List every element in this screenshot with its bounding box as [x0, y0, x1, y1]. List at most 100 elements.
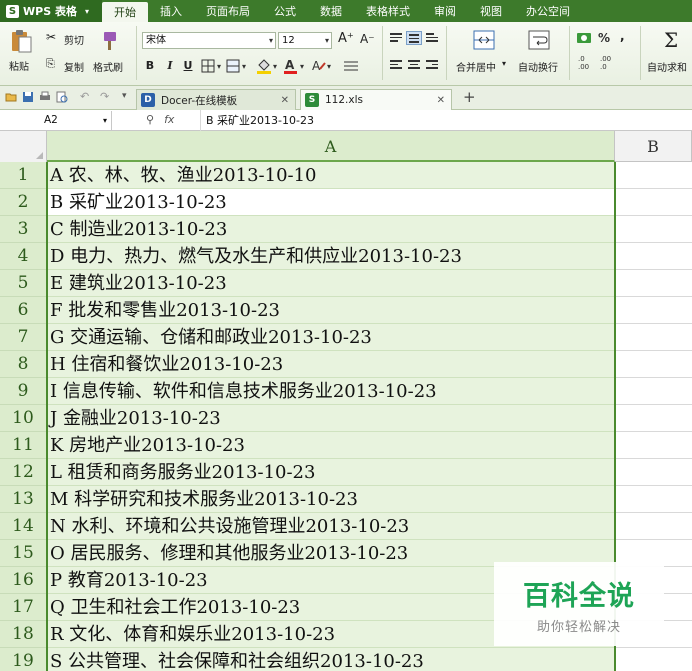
autosum-button[interactable]: 自动求和 [647, 59, 687, 74]
format-painter-icon[interactable] [98, 30, 120, 52]
redo-icon[interactable]: ↷ [100, 90, 109, 103]
menu-tab[interactable]: 插入 [148, 0, 194, 22]
cell-b[interactable] [615, 243, 692, 270]
column-header-b[interactable]: B [615, 131, 692, 162]
undo-icon[interactable]: ↶ [80, 90, 89, 103]
underline-button[interactable]: U [180, 58, 196, 74]
cell-a[interactable]: N 水利、环境和公共设施管理业2013-10-23 [47, 513, 615, 540]
align-top-button[interactable] [388, 31, 404, 45]
align-center-button[interactable] [406, 58, 422, 72]
select-all-corner[interactable] [0, 131, 47, 162]
cell-b[interactable] [615, 351, 692, 378]
cell-a[interactable]: C 制造业2013-10-23 [47, 216, 615, 243]
italic-button[interactable]: I [162, 58, 178, 74]
cell-b[interactable] [615, 216, 692, 243]
cell-a[interactable]: J 金融业2013-10-23 [47, 405, 615, 432]
merge-cells-icon[interactable] [472, 29, 496, 51]
name-box[interactable]: A2 ▾ [0, 111, 112, 130]
row-header[interactable]: 17 [0, 594, 47, 621]
cell-a[interactable]: M 科学研究和技术服务业2013-10-23 [47, 486, 615, 513]
font-size-select[interactable]: 12 ▾ [278, 32, 332, 49]
align-bottom-button[interactable] [424, 31, 440, 45]
cell-style-icon[interactable]: ▾ [226, 59, 250, 73]
cell-a[interactable]: E 建筑业2013-10-23 [47, 270, 615, 297]
cell-b[interactable] [615, 513, 692, 540]
cell-b[interactable] [615, 189, 692, 216]
cell-b[interactable] [615, 459, 692, 486]
wrap-text-icon[interactable] [527, 29, 551, 51]
cell-b[interactable] [615, 432, 692, 459]
row-header[interactable]: 7 [0, 324, 47, 351]
increase-decimal-button[interactable]: .0 .00 [578, 55, 596, 71]
cell-a[interactable]: D 电力、热力、燃气及水生产和供应业2013-10-23 [47, 243, 615, 270]
align-right-button[interactable] [424, 58, 440, 72]
fx-icon[interactable]: fx [164, 113, 174, 126]
open-folder-icon[interactable] [5, 91, 17, 103]
merge-center-button[interactable]: 合并居中 [456, 59, 496, 74]
font-color-icon[interactable]: A ▾ [283, 57, 307, 75]
scissors-icon[interactable]: ✂ [46, 30, 56, 44]
formula-input[interactable]: B 采矿业2013-10-23 [200, 110, 692, 131]
align-left-button[interactable] [388, 58, 404, 72]
row-header[interactable]: 1 [0, 162, 47, 189]
print-icon[interactable] [39, 91, 51, 103]
format-painter-button[interactable]: 格式刷 [93, 59, 123, 74]
bold-button[interactable]: B [142, 58, 158, 74]
menu-tab[interactable]: 公式 [262, 0, 308, 22]
copy-icon[interactable]: ⎘ [46, 57, 55, 71]
row-header[interactable]: 4 [0, 243, 47, 270]
cell-a[interactable]: A 农、林、牧、渔业2013-10-10 [47, 162, 615, 189]
cell-a[interactable]: K 房地产业2013-10-23 [47, 432, 615, 459]
menu-tab[interactable]: 审阅 [422, 0, 468, 22]
cell-b[interactable] [615, 324, 692, 351]
menu-tab[interactable]: 办公空间 [514, 0, 582, 22]
doc-tab-112-xls[interactable]: S 112.xls ✕ [300, 89, 452, 110]
menu-tab[interactable]: 页面布局 [194, 0, 262, 22]
close-icon[interactable]: ✕ [437, 95, 445, 106]
row-header[interactable]: 10 [0, 405, 47, 432]
row-header[interactable]: 9 [0, 378, 47, 405]
column-header-a[interactable]: A [47, 131, 615, 162]
paste-icon[interactable] [10, 29, 32, 53]
sigma-icon[interactable]: Σ [664, 28, 678, 52]
cell-a[interactable]: G 交通运输、仓储和邮政业2013-10-23 [47, 324, 615, 351]
cell-a[interactable]: I 信息传输、软件和信息技术服务业2013-10-23 [47, 378, 615, 405]
shrink-font-button[interactable]: A⁻ [360, 32, 375, 46]
cell-b[interactable] [615, 378, 692, 405]
percent-button[interactable]: % [598, 31, 610, 45]
grow-font-button[interactable]: A⁺ [338, 31, 354, 46]
menu-tab[interactable]: 开始 [102, 2, 148, 22]
save-icon[interactable] [22, 91, 34, 103]
cell-b[interactable] [615, 270, 692, 297]
chevron-down-icon[interactable]: ▾ [502, 59, 506, 68]
row-header[interactable]: 3 [0, 216, 47, 243]
cell-a[interactable]: H 住宿和餐饮业2013-10-23 [47, 351, 615, 378]
row-header[interactable]: 5 [0, 270, 47, 297]
fill-color-icon[interactable]: ▾ [256, 57, 280, 75]
paste-button-label[interactable]: 粘贴 [9, 58, 29, 73]
align-middle-button[interactable] [406, 31, 422, 45]
row-header[interactable]: 15 [0, 540, 47, 567]
font-dialog-icon[interactable] [343, 59, 359, 73]
menu-tab[interactable]: 表格样式 [354, 0, 422, 22]
font-name-select[interactable]: 宋体 ▾ [142, 32, 276, 49]
cell-b[interactable] [615, 405, 692, 432]
decrease-decimal-button[interactable]: .00 .0 [600, 55, 618, 71]
chevron-down-icon[interactable]: ▾ [103, 111, 107, 130]
cell-b[interactable] [615, 648, 692, 671]
copy-button[interactable]: 复制 [64, 59, 84, 74]
cut-button[interactable]: 剪切 [64, 32, 84, 47]
cell-a[interactable]: L 租赁和商务服务业2013-10-23 [47, 459, 615, 486]
cell-a[interactable]: F 批发和零售业2013-10-23 [47, 297, 615, 324]
row-header[interactable]: 12 [0, 459, 47, 486]
clear-format-icon[interactable]: A ▾ [311, 58, 335, 74]
row-header[interactable]: 16 [0, 567, 47, 594]
active-cell[interactable]: B 采矿业2013-10-23 [47, 189, 615, 216]
cell-b[interactable] [615, 162, 692, 189]
print-preview-icon[interactable] [56, 91, 68, 103]
quick-access-menu-icon[interactable]: ▾ [122, 91, 127, 101]
new-tab-plus-icon[interactable]: + [463, 88, 476, 106]
row-header[interactable]: 14 [0, 513, 47, 540]
zoom-icon[interactable]: ⚲ [146, 113, 154, 126]
row-header[interactable]: 6 [0, 297, 47, 324]
